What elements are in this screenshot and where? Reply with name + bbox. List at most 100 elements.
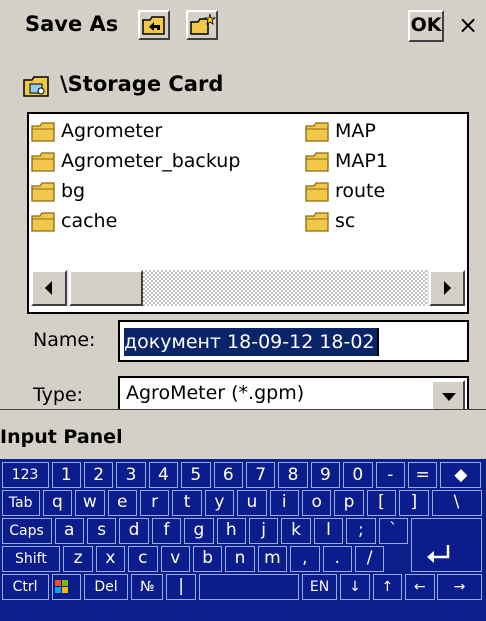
new-folder-button[interactable] bbox=[186, 10, 218, 40]
arrow-right-icon bbox=[444, 281, 451, 295]
key-comma[interactable]: , bbox=[290, 546, 320, 572]
scroll-thumb[interactable] bbox=[69, 270, 143, 306]
key-5[interactable]: 5 bbox=[181, 462, 211, 488]
key-0[interactable]: 0 bbox=[343, 462, 373, 488]
key-windows[interactable] bbox=[51, 574, 81, 600]
key-arrow-right[interactable]: → bbox=[437, 574, 482, 600]
name-input[interactable]: документ 18-09-12 18-02 bbox=[118, 320, 469, 362]
folder-label: MAP bbox=[335, 120, 376, 142]
key-x[interactable]: x bbox=[95, 546, 126, 572]
key-minus[interactable]: - bbox=[375, 462, 405, 488]
key-6[interactable]: 6 bbox=[213, 462, 243, 488]
key-w[interactable]: w bbox=[75, 490, 105, 516]
key-g[interactable]: g bbox=[184, 518, 214, 544]
key-h[interactable]: h bbox=[216, 518, 246, 544]
key-y[interactable]: y bbox=[204, 490, 235, 516]
key-s[interactable]: s bbox=[86, 518, 117, 544]
key-caps[interactable]: Caps bbox=[1, 518, 52, 544]
ok-button[interactable]: OK bbox=[408, 10, 444, 42]
key-pipe[interactable]: | bbox=[166, 574, 196, 600]
key-backspace[interactable]: ◆ bbox=[440, 462, 482, 488]
key-u[interactable]: u bbox=[237, 490, 267, 516]
type-select[interactable]: AgroMeter (*.gpm) bbox=[118, 376, 469, 409]
key-d[interactable]: d bbox=[119, 518, 149, 544]
key-4[interactable]: 4 bbox=[148, 462, 179, 488]
key-r[interactable]: r bbox=[139, 490, 170, 516]
save-as-dialog: Save As OK × \Storage Card Agrometer Agr… bbox=[0, 0, 486, 409]
key-del[interactable]: Del bbox=[83, 574, 129, 600]
key-b[interactable]: b bbox=[192, 546, 223, 572]
key-language[interactable]: EN bbox=[301, 574, 338, 600]
key-arrow-up[interactable]: ↑ bbox=[372, 574, 403, 600]
folder-label: Agrometer bbox=[61, 120, 163, 142]
horizontal-scrollbar[interactable] bbox=[31, 270, 465, 306]
key-n[interactable]: n bbox=[225, 546, 255, 572]
folder-label: Agrometer_backup bbox=[61, 150, 241, 172]
folder-label: cache bbox=[61, 210, 118, 232]
key-numero[interactable]: № bbox=[131, 574, 164, 600]
close-button[interactable]: × bbox=[450, 10, 486, 42]
key-open-bracket[interactable]: [ bbox=[366, 490, 397, 516]
key-slash[interactable]: / bbox=[354, 546, 385, 572]
key-1[interactable]: 1 bbox=[51, 462, 81, 488]
text-caret bbox=[377, 328, 379, 356]
key-i[interactable]: i bbox=[269, 490, 299, 516]
chevron-down-icon bbox=[442, 393, 456, 401]
key-space[interactable] bbox=[198, 574, 299, 600]
enter-icon bbox=[426, 545, 450, 563]
key-p[interactable]: p bbox=[334, 490, 364, 516]
folder-up-icon bbox=[142, 16, 165, 35]
key-3[interactable]: 3 bbox=[116, 462, 146, 488]
key-123[interactable]: 123 bbox=[1, 462, 49, 488]
key-l[interactable]: l bbox=[313, 518, 344, 544]
key-semicolon[interactable]: ; bbox=[346, 518, 376, 544]
key-k[interactable]: k bbox=[281, 518, 311, 544]
type-dropdown-button[interactable] bbox=[431, 380, 465, 409]
key-tab[interactable]: Tab bbox=[1, 490, 40, 516]
key-arrow-down[interactable]: ↓ bbox=[340, 574, 370, 600]
key-equals[interactable]: = bbox=[407, 462, 438, 488]
folder-icon bbox=[305, 152, 329, 172]
windows-logo-icon bbox=[54, 580, 68, 593]
folder-label: sc bbox=[335, 210, 356, 232]
key-enter[interactable] bbox=[410, 518, 482, 572]
type-label: Type: bbox=[33, 384, 84, 406]
input-panel-header: Input Panel bbox=[0, 409, 486, 459]
key-shift[interactable]: Shift bbox=[1, 546, 61, 572]
key-o[interactable]: o bbox=[301, 490, 332, 516]
folder-label: bg bbox=[61, 180, 86, 202]
key-backslash[interactable]: \ bbox=[431, 490, 482, 516]
folder-icon bbox=[31, 212, 55, 232]
folder-icon bbox=[31, 152, 55, 172]
file-list[interactable]: Agrometer Agrometer_backup bg cache MAP … bbox=[27, 112, 469, 314]
key-2[interactable]: 2 bbox=[83, 462, 114, 488]
name-label: Name: bbox=[33, 329, 96, 351]
key-arrow-left[interactable]: ← bbox=[405, 574, 435, 600]
key-q[interactable]: q bbox=[42, 490, 73, 516]
key-z[interactable]: z bbox=[63, 546, 93, 572]
key-c[interactable]: c bbox=[128, 546, 158, 572]
key-8[interactable]: 8 bbox=[278, 462, 308, 488]
folder-label: MAP1 bbox=[335, 150, 388, 172]
scroll-right-button[interactable] bbox=[429, 270, 465, 306]
title-bar: Save As OK × bbox=[0, 0, 486, 52]
key-f[interactable]: f bbox=[151, 518, 182, 544]
key-backtick[interactable]: ` bbox=[378, 518, 408, 544]
key-m[interactable]: m bbox=[257, 546, 288, 572]
key-close-bracket[interactable]: ] bbox=[399, 490, 429, 516]
path-text: \Storage Card bbox=[60, 72, 224, 96]
type-value: AgroMeter (*.gpm) bbox=[126, 382, 305, 404]
key-period[interactable]: . bbox=[322, 546, 352, 572]
key-ctrl[interactable]: Ctrl bbox=[1, 574, 49, 600]
key-9[interactable]: 9 bbox=[310, 462, 341, 488]
key-t[interactable]: t bbox=[172, 490, 202, 516]
storage-card-icon bbox=[23, 76, 49, 97]
key-a[interactable]: a bbox=[54, 518, 84, 544]
key-e[interactable]: e bbox=[107, 490, 137, 516]
key-v[interactable]: v bbox=[160, 546, 190, 572]
scroll-left-button[interactable] bbox=[31, 270, 67, 306]
key-j[interactable]: j bbox=[248, 518, 279, 544]
folder-up-button[interactable] bbox=[138, 10, 170, 40]
key-7[interactable]: 7 bbox=[245, 462, 276, 488]
scroll-track[interactable] bbox=[143, 270, 427, 306]
